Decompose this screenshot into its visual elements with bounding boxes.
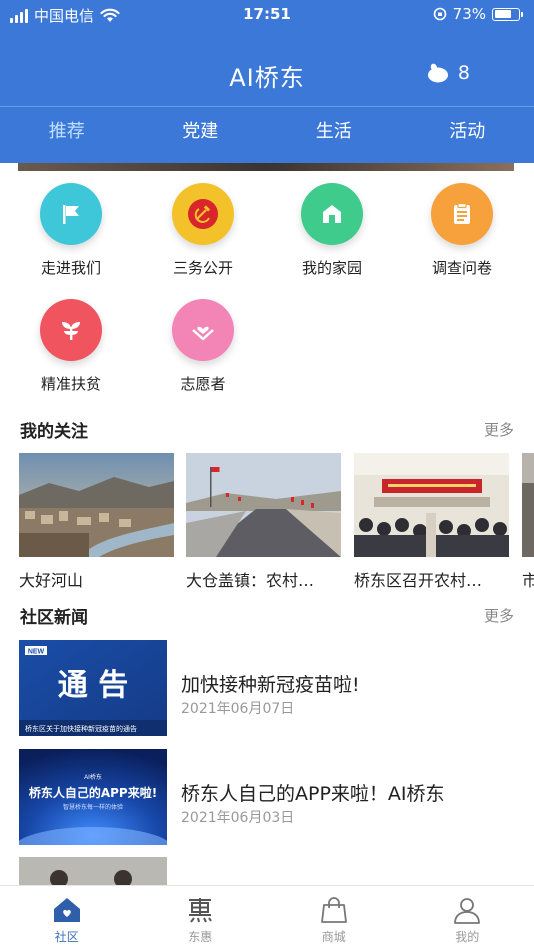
news-section-header: 社区新闻 更多 [20,603,514,628]
tab-party[interactable]: 党建 [134,107,268,156]
follow-carousel[interactable]: 大好河山 大仓盖镇：农村… 桥东区召开农村… [19,453,534,593]
hui-icon [134,894,268,926]
grid-label: 志愿者 [180,375,226,393]
grid-item-volunteer[interactable]: 志愿者 [143,299,263,394]
follow-card[interactable]: 大好河山 [19,453,174,591]
nav-label: 东惠 [188,930,213,944]
follow-card[interactable]: 市 [522,453,534,591]
battery-icon [492,7,523,21]
grid-label: 走进我们 [40,259,101,277]
grid-label: 调查问卷 [431,259,492,277]
nav-label: 社区 [54,930,79,944]
nav-mall[interactable]: 商城 [267,886,401,950]
follow-image-meeting [354,453,509,557]
news-title: 加快接种新冠疫苗啦! [181,674,360,696]
status-right: 73% [433,5,523,23]
points-button[interactable]: 8 [426,62,470,84]
piggy-icon [427,63,448,83]
banner-carousel[interactable] [18,163,514,171]
heart-hands-icon [172,299,234,361]
tab-activity[interactable]: 活动 [401,107,534,156]
grid-label: 三务公开 [172,259,233,277]
home-icon [301,183,363,245]
follow-image-partial [522,453,534,557]
thumb-badge: NEW [28,649,45,656]
news-thumb-app-launch: AI桥东 桥东人自己的APP来啦! 智慧桥东每一样的体验 [19,749,167,845]
status-bar: 中国电信 17:51 73% [0,0,534,30]
thumb-caption: 智慧桥东每一样的体验 [63,803,123,811]
thumb-heading: 通 告 [58,668,128,703]
news-thumb-notice: NEW 通 告 桥东区关于加快接种新冠疫苗的通告 [19,640,167,736]
tab-recommend[interactable]: 推荐 [0,107,134,156]
grid-item-my-home[interactable]: 我的家园 [272,183,392,278]
grid-item-about-us[interactable]: 走进我们 [11,183,131,278]
nav-mine[interactable]: 我的 [401,886,534,950]
grid-item-survey[interactable]: 调查问卷 [402,183,522,278]
orientation-lock-icon [433,7,446,21]
news-item[interactable]: NEW 通 告 桥东区关于加快接种新冠疫苗的通告 加快接种新冠疫苗啦! 2021… [19,640,515,736]
follow-image-road [186,453,341,557]
grid-item-three-affairs[interactable]: 三务公开 [143,183,263,278]
flag-icon [40,183,102,245]
follow-section-header: 我的关注 更多 [20,417,514,442]
battery-percent: 73% [452,5,486,23]
shopping-bag-icon [267,894,401,926]
news-item[interactable] [19,857,515,885]
follow-card[interactable]: 大仓盖镇：农村… [186,453,341,591]
sprout-icon [40,299,102,361]
community-home-icon [0,894,134,926]
thumb-badge: AI桥东 [84,773,102,781]
battery-fill [494,10,512,18]
follow-image-landscape [19,453,174,557]
follow-card-title: 大仓盖镇：农村… [186,571,315,590]
section-title: 我的关注 [20,422,88,442]
grid-label: 我的家园 [301,259,362,277]
main-content: 走进我们 三务公开 我的家园 调查问卷 精准扶贫 志愿者 我的关注 更多 大好河… [0,163,534,885]
follow-card-title: 桥东区召开农村… [354,571,483,590]
title-bar: AI桥东 8 [0,48,534,100]
follow-card-title: 大好河山 [19,571,84,590]
tab-life[interactable]: 生活 [267,107,401,156]
nav-community[interactable]: 社区 [0,886,134,950]
news-more-link[interactable]: 更多 [484,605,514,626]
section-title: 社区新闻 [20,608,88,628]
category-tabs: 推荐 党建 生活 活动 [0,106,534,156]
nav-label: 我的 [455,930,480,944]
clipboard-icon [431,183,493,245]
follow-more-link[interactable]: 更多 [484,419,514,440]
grid-item-poverty-relief[interactable]: 精准扶贫 [11,299,131,394]
thumb-caption: 桥东区关于加快接种新冠疫苗的通告 [25,724,137,733]
follow-card[interactable]: 桥东区召开农村… [354,453,509,591]
news-date: 2021年06月07日 [181,701,295,717]
app-header: 中国电信 17:51 73% AI桥东 8 推荐 党建 生活 活动 [0,0,534,163]
grid-label: 精准扶贫 [40,375,101,393]
follow-card-title: 市 [522,567,534,591]
news-date: 2021年06月03日 [181,810,295,826]
nav-label: 商城 [321,930,346,944]
bottom-nav: 社区 东惠 商城 我的 [0,885,534,950]
nav-donghui[interactable]: 东惠 [134,886,268,950]
user-icon [401,894,534,926]
thumb-heading: 桥东人自己的APP来啦! [29,785,157,800]
hammer-sickle-icon [172,183,234,245]
points-count: 8 [457,62,470,84]
news-item[interactable]: AI桥东 桥东人自己的APP来啦! 智慧桥东每一样的体验 桥东人自己的APP来啦… [19,749,515,845]
news-thumb-photo [19,857,167,885]
news-title: 桥东人自己的APP来啦！AI桥东 [181,783,445,805]
